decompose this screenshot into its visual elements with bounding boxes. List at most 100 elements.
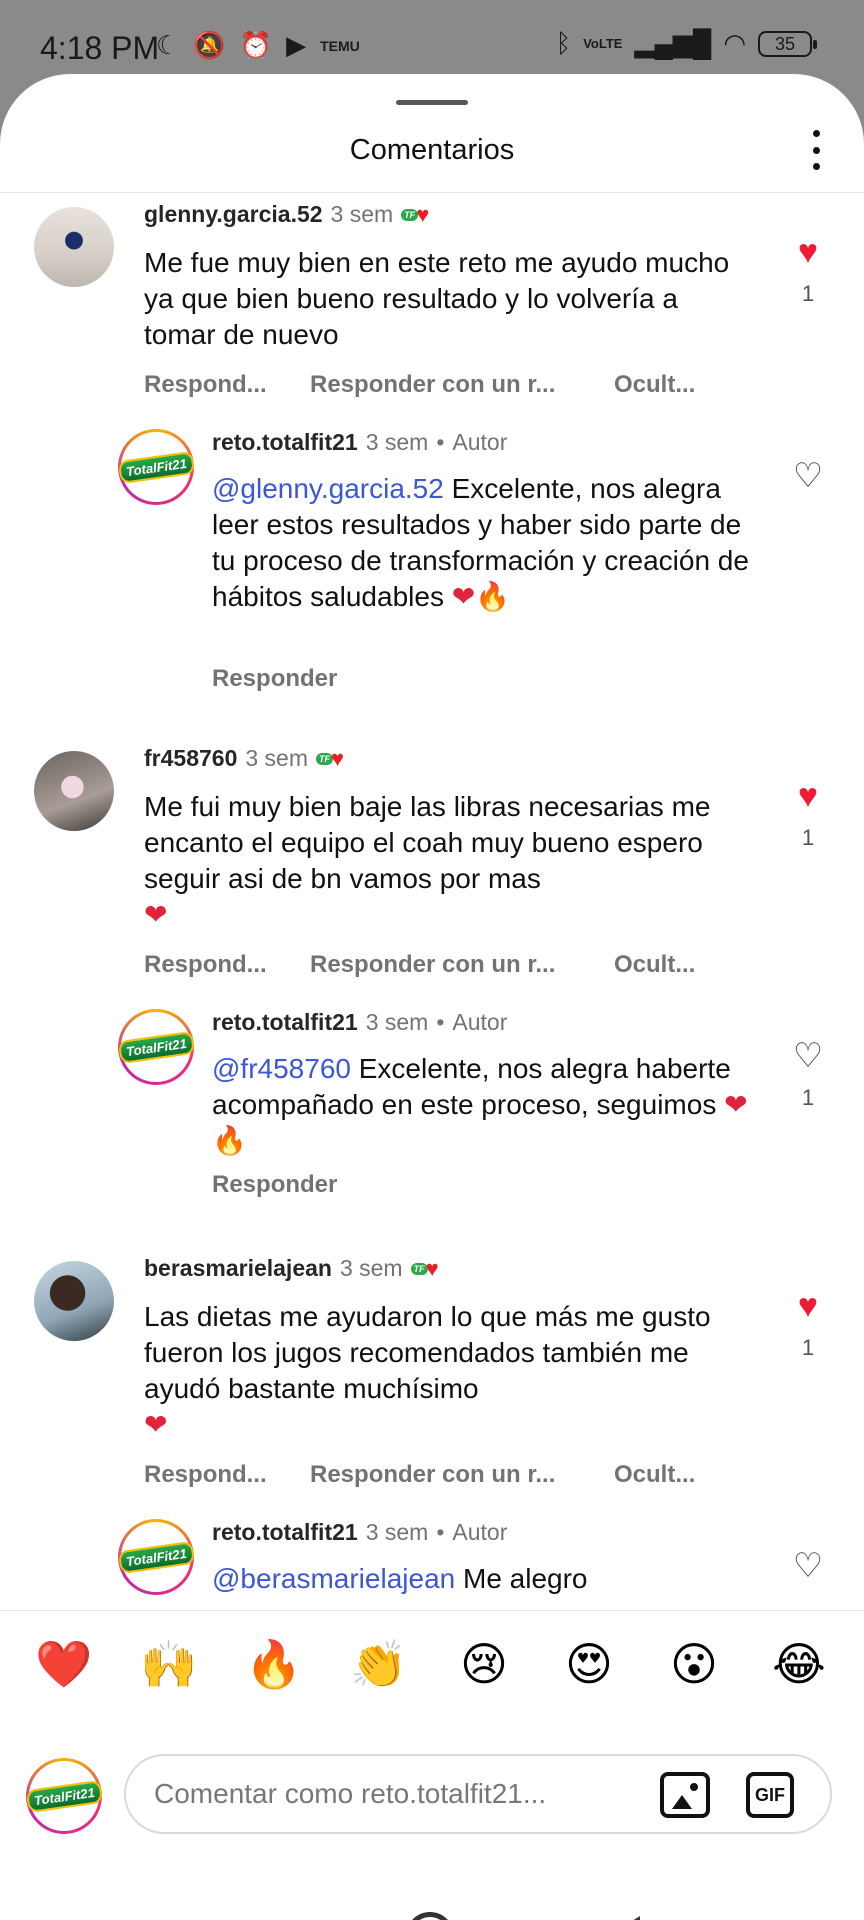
hide-button[interactable]: Ocult...: [614, 951, 695, 979]
like-button[interactable]: ♡ 1: [788, 1039, 828, 1111]
comment-composer: TotalFit21 GIF: [0, 1740, 864, 1860]
reaction-laughing-icon[interactable]: 😂: [767, 1637, 831, 1691]
author-tag: Autor: [452, 1519, 508, 1545]
comment-item: berasmarielajean 3 sem TF ♥ Las dietas me…: [0, 1247, 864, 1489]
current-user-avatar: TotalFit21: [26, 1758, 102, 1834]
alarm-icon: ⏰: [239, 30, 273, 60]
fire-emoji: 🔥: [475, 580, 511, 613]
comment-time: 3 sem: [245, 745, 308, 771]
like-button[interactable]: ♥ 1: [788, 1289, 828, 1361]
wifi-icon: ◠: [723, 28, 746, 58]
comment-username[interactable]: reto.totalfit21: [212, 1519, 358, 1546]
status-time: 4:18 PM: [40, 30, 160, 66]
heart-emoji: ❤: [144, 898, 168, 931]
reply-button[interactable]: Respond...: [144, 371, 267, 399]
comment-text: Me fue muy bien en este reto me ayudo mu…: [144, 247, 730, 350]
reply-with-reaction-button[interactable]: Responder con un r...: [310, 951, 555, 979]
comment-username[interactable]: fr458760: [144, 745, 237, 772]
like-button[interactable]: ♡: [788, 1549, 828, 1583]
avatar[interactable]: [34, 207, 114, 287]
comment-input[interactable]: [154, 1772, 624, 1816]
avatar[interactable]: TotalFit21: [118, 1009, 194, 1085]
fire-emoji: 🔥: [212, 1124, 247, 1157]
comment-text: Las dietas me ayudaron lo que más me gus…: [144, 1301, 711, 1441]
battery-icon: 35: [758, 30, 817, 57]
quick-reactions-bar: ❤️ 🙌 🔥 👏 😢 😍 😮 😂: [0, 1610, 864, 1740]
hide-button[interactable]: Ocult...: [614, 371, 695, 399]
comment-text: @berasmarielajean Me alegro: [212, 1563, 588, 1594]
system-nav-bar: [0, 1860, 864, 1920]
comment-username[interactable]: reto.totalfit21: [212, 1009, 358, 1036]
heart-filled-icon: ♥: [797, 777, 819, 815]
comment-text: @glenny.garcia.52 Excelente, nos alegra …: [212, 473, 749, 613]
heart-emoji: ❤: [451, 580, 476, 613]
comment-username[interactable]: berasmarielajean: [144, 1255, 332, 1282]
reaction-surprised-icon[interactable]: 😮: [662, 1637, 726, 1691]
comment-time: 3 sem: [330, 201, 394, 227]
reaction-raised-hands-icon[interactable]: 🙌: [137, 1637, 201, 1692]
mention-link[interactable]: @berasmarielajean: [212, 1563, 455, 1594]
comment-text: Me fui muy bien baje las libras necesari…: [144, 791, 711, 931]
avatar[interactable]: [34, 751, 114, 831]
comment-time: 3 sem: [365, 1519, 429, 1545]
comment-item: fr458760 3 sem TF ♥ Me fui muy bien baje …: [0, 737, 864, 979]
comment-input-container[interactable]: GIF: [124, 1754, 832, 1834]
comment-time: 3 sem: [339, 1255, 403, 1281]
reply-item: TotalFit21 reto.totalfit21 3 sem • Autor…: [0, 429, 864, 729]
author-liked-badge: TF ♥: [410, 1256, 439, 1282]
muted-bell-icon: 🔕: [193, 30, 226, 60]
comment-item: glenny.garcia.52 3 sem TF ♥ Me fue muy bi…: [0, 193, 864, 413]
mention-link[interactable]: @glenny.garcia.52: [212, 473, 444, 504]
bluetooth-icon: ᛒ: [555, 28, 572, 58]
author-tag: Autor: [452, 429, 508, 455]
signal-icon: ▂▄▆█: [634, 28, 712, 58]
reaction-clap-icon[interactable]: 👏: [347, 1637, 411, 1692]
moon-icon: ☾: [156, 30, 180, 60]
avatar[interactable]: [34, 1261, 114, 1341]
gif-icon[interactable]: GIF: [746, 1772, 794, 1818]
like-button[interactable]: ♡: [788, 459, 828, 493]
comments-list[interactable]: glenny.garcia.52 3 sem TF ♥ Me fue muy bi…: [0, 193, 864, 1610]
author-liked-badge: TF ♥: [401, 202, 429, 228]
heart-outline-icon: ♡: [792, 1037, 824, 1075]
like-count: 1: [801, 281, 815, 306]
reaction-crying-icon[interactable]: 😢: [452, 1637, 516, 1691]
reply-with-reaction-button[interactable]: Responder con un r...: [310, 1461, 555, 1489]
comments-sheet: Comentarios glenny.garcia.52 3 sem TF ♥ M…: [0, 74, 864, 1920]
like-button[interactable]: ♥ 1: [788, 235, 828, 307]
reaction-fire-icon[interactable]: 🔥: [242, 1637, 306, 1692]
avatar[interactable]: TotalFit21: [118, 1519, 194, 1595]
comment-username[interactable]: glenny.garcia.52: [144, 201, 323, 228]
hide-button[interactable]: Ocult...: [614, 1461, 695, 1489]
reply-button[interactable]: Responder: [212, 1171, 337, 1199]
heart-emoji: ❤: [724, 1088, 748, 1121]
avatar[interactable]: TotalFit21: [118, 429, 194, 505]
youtube-icon: ▶: [286, 30, 307, 60]
reply-button[interactable]: Respond...: [144, 951, 267, 979]
volte-icon: VoLTE: [583, 36, 623, 51]
like-count: 1: [801, 1085, 815, 1110]
reply-item: TotalFit21 reto.totalfit21 3 sem • Autor…: [0, 1519, 864, 1610]
temu-icon: TEMU: [320, 37, 360, 54]
heart-emoji: ❤: [144, 1408, 168, 1441]
comment-username[interactable]: reto.totalfit21: [212, 429, 358, 456]
reply-button[interactable]: Respond...: [144, 1461, 267, 1489]
like-button[interactable]: ♥ 1: [788, 779, 828, 851]
drag-handle[interactable]: [396, 100, 468, 105]
author-liked-badge: TF ♥: [316, 746, 344, 772]
heart-outline-icon: ♡: [792, 1547, 824, 1585]
reply-item: TotalFit21 reto.totalfit21 3 sem • Autor…: [0, 1009, 864, 1209]
like-count: 1: [801, 825, 815, 850]
back-icon[interactable]: [608, 1916, 640, 1920]
reply-button[interactable]: Responder: [212, 665, 337, 693]
reaction-heart-eyes-icon[interactable]: 😍: [557, 1637, 621, 1691]
heart-filled-icon: ♥: [797, 233, 819, 271]
heart-filled-icon: ♥: [797, 1287, 819, 1325]
more-options-icon[interactable]: [806, 130, 826, 170]
reaction-heart-icon[interactable]: ❤️: [32, 1637, 96, 1692]
home-icon[interactable]: [406, 1912, 454, 1920]
mention-link[interactable]: @fr458760: [212, 1053, 351, 1084]
image-icon[interactable]: [660, 1772, 710, 1818]
reply-with-reaction-button[interactable]: Responder con un r...: [310, 371, 555, 399]
sheet-title: Comentarios: [349, 134, 515, 166]
